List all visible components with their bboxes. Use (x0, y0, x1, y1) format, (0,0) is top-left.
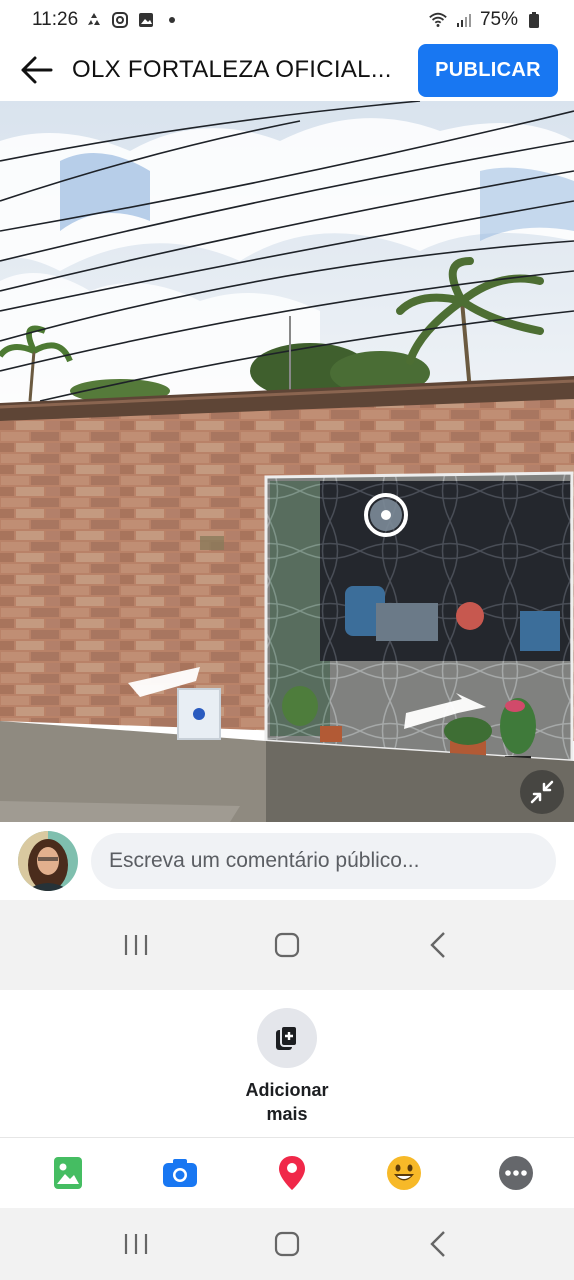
emoji-icon (387, 1156, 421, 1190)
status-bar: 11:26 75% (0, 0, 574, 40)
recycle-icon (84, 10, 104, 30)
home-icon (274, 932, 300, 958)
more-options-button[interactable] (496, 1153, 536, 1193)
attachment-bar (0, 1137, 574, 1208)
camera-button[interactable] (160, 1153, 200, 1193)
clock: 11:26 (32, 9, 79, 30)
back-nav-button-bottom[interactable] (408, 1219, 468, 1269)
wifi-icon (428, 10, 448, 30)
add-media-icon (276, 1025, 298, 1050)
add-more-button[interactable] (257, 1008, 317, 1068)
add-more-label: Adicionar mais (245, 1080, 329, 1124)
post-photo[interactable] (0, 101, 574, 822)
camera-icon (163, 1159, 197, 1187)
recent-apps-icon (124, 935, 147, 955)
location-button[interactable] (272, 1153, 312, 1193)
publish-button[interactable]: PUBLICAR (418, 43, 558, 97)
system-navigation-bar-bottom (0, 1208, 574, 1280)
back-nav-button[interactable] (408, 920, 468, 970)
status-left: 11:26 (32, 9, 182, 31)
battery-percent: 75% (479, 9, 518, 30)
location-pin-icon (279, 1156, 305, 1190)
gallery-icon (136, 10, 156, 30)
photo-button[interactable] (48, 1153, 88, 1193)
photo-icon (54, 1157, 82, 1189)
house-photo (0, 101, 574, 822)
recent-apps-icon (124, 1234, 147, 1254)
comment-input[interactable]: Escreva um comentário público... (91, 833, 556, 889)
back-nav-icon (430, 1231, 446, 1257)
dot-icon (162, 10, 182, 30)
signal-icon (454, 10, 474, 30)
collapse-arrows-icon (530, 780, 554, 804)
home-button-bottom[interactable] (257, 1219, 317, 1269)
recent-apps-button-bottom[interactable] (106, 1219, 166, 1269)
home-button[interactable] (257, 920, 317, 970)
arrow-left-icon (21, 56, 53, 84)
recent-apps-button[interactable] (106, 920, 166, 970)
back-nav-icon (430, 932, 446, 958)
back-button[interactable] (18, 52, 54, 88)
avatar[interactable] (18, 831, 78, 891)
battery-icon (524, 10, 544, 30)
more-icon (499, 1156, 533, 1190)
add-more-section: Adicionar mais (0, 990, 574, 1137)
comment-row: Escreva um comentário público... (0, 822, 574, 900)
page-title: OLX FORTALEZA OFICIAL... (72, 56, 392, 83)
feeling-button[interactable] (384, 1153, 424, 1193)
header: OLX FORTALEZA OFICIAL... PUBLICAR (0, 40, 574, 100)
collapse-button[interactable] (520, 770, 564, 814)
instagram-icon (110, 10, 130, 30)
status-right: 75% (428, 9, 544, 31)
system-navigation-bar (0, 900, 574, 990)
home-icon (274, 1231, 300, 1257)
